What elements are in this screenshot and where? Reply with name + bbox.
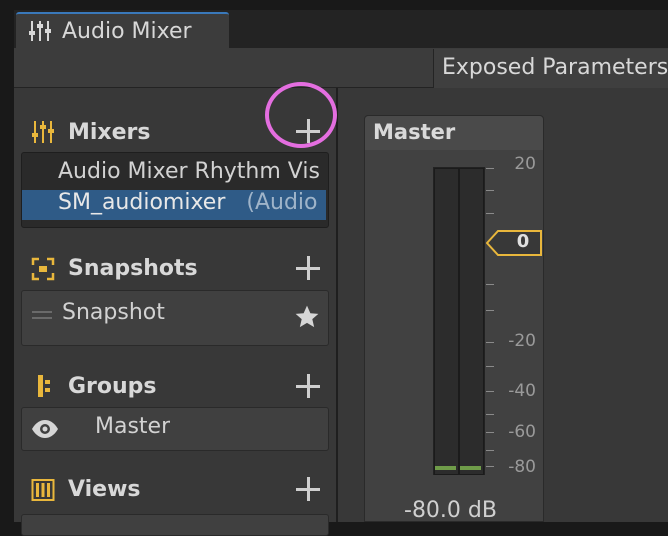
tab-label: Audio Mixer <box>62 19 192 44</box>
scale-tick <box>486 310 494 311</box>
scale-label: -80 <box>508 457 536 477</box>
mixer-name: SM_audiomixer <box>58 190 226 215</box>
meter-left <box>434 168 459 475</box>
scale-label: -20 <box>508 331 536 351</box>
views-list <box>21 514 329 536</box>
left-edge <box>0 0 14 522</box>
scale-label: 20 <box>514 154 536 174</box>
groups-title: Groups <box>68 374 157 399</box>
top-strip <box>0 0 668 10</box>
eye-icon[interactable] <box>30 414 60 444</box>
left-panel: Mixers Audio Mixer Rhythm Vis SM_audiomi… <box>14 88 338 536</box>
drag-handle[interactable] <box>32 311 52 313</box>
scale-tick <box>486 366 494 367</box>
panel-divider[interactable] <box>336 88 338 522</box>
list-item[interactable]: Audio Mixer Rhythm Vis <box>22 159 326 189</box>
scale-tick <box>486 190 494 191</box>
db-readout: -80.0 dB <box>404 498 497 523</box>
meter-right <box>459 168 484 475</box>
snapshots-list: Snapshot <box>21 290 329 346</box>
mixers-title: Mixers <box>68 120 151 145</box>
scale-tick <box>486 450 494 451</box>
add-snapshot-button[interactable] <box>295 255 321 281</box>
views-icon <box>31 479 55 501</box>
volume-fader-handle[interactable]: 0 <box>486 229 542 257</box>
add-view-button[interactable] <box>295 476 321 502</box>
group-icon <box>38 375 50 397</box>
scale-label: -40 <box>508 381 536 401</box>
list-item-selected[interactable]: SM_audiomixer (Audio <box>22 190 326 220</box>
meter-level-left <box>435 466 456 470</box>
list-item[interactable]: Master <box>95 414 170 439</box>
meter-level-right <box>460 466 481 470</box>
tab-audio-mixer[interactable]: Audio Mixer <box>16 12 229 48</box>
highlight-circle <box>265 82 337 148</box>
fader-value: 0 <box>516 231 530 252</box>
snapshot-icon <box>31 257 55 281</box>
scale-tick <box>486 414 494 415</box>
list-item[interactable]: Snapshot <box>62 300 165 325</box>
mixer-suffix: (Audio <box>246 190 318 215</box>
drag-handle-line <box>32 317 52 319</box>
scale-tick <box>486 284 494 285</box>
groups-list: Master <box>21 407 329 451</box>
scale-tick <box>486 213 494 214</box>
views-title: Views <box>68 477 141 502</box>
mixer-sliders-icon <box>29 21 51 41</box>
channel-strip-title: Master <box>373 120 456 144</box>
exposed-parameters-button[interactable]: Exposed Parameters <box>433 49 668 88</box>
scale-label: -60 <box>508 422 536 442</box>
star-icon[interactable] <box>294 304 320 330</box>
mixers-list: Audio Mixer Rhythm Vis SM_audiomixer (Au… <box>21 152 329 228</box>
snapshots-title: Snapshots <box>68 256 198 281</box>
add-group-button[interactable] <box>295 373 321 399</box>
mixer-sliders-icon <box>32 121 54 143</box>
